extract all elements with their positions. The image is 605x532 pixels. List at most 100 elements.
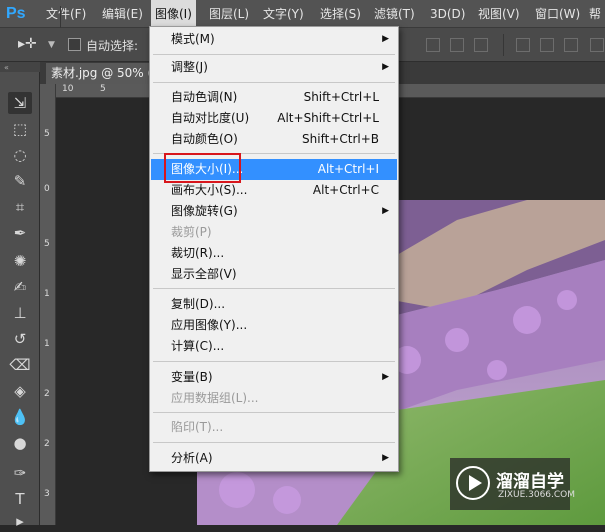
divider xyxy=(60,6,61,28)
menu-view[interactable]: 视图(V) xyxy=(474,0,524,28)
menu-item-mode[interactable]: 模式(M) ▶ xyxy=(151,29,397,50)
menu-separator xyxy=(153,82,395,83)
pen-tool-icon[interactable]: ✑ xyxy=(8,462,32,484)
menu-separator xyxy=(153,361,395,362)
menu-item-apply-data-set: 应用数据组(L)... xyxy=(151,388,397,409)
menu-item-label: 画布大小(S)... xyxy=(171,183,248,197)
ruler-tick: 1 xyxy=(44,339,50,349)
menu-item-label: 裁剪(P) xyxy=(171,225,212,239)
watermark-url: ZIXUE.3066.COM xyxy=(498,490,576,500)
menu-item-canvas-size[interactable]: 画布大小(S)... Alt+Ctrl+C xyxy=(151,180,397,201)
move-tool-preset-icon[interactable]: ▸✛ xyxy=(18,36,37,52)
menu-item-reveal-all[interactable]: 显示全部(V) xyxy=(151,264,397,285)
menu-select[interactable]: 选择(S) xyxy=(316,0,365,28)
blur-tool-icon[interactable]: 💧 xyxy=(8,406,32,428)
menu-item-variables[interactable]: 变量(B) ▶ xyxy=(151,367,397,388)
vertical-ruler: 5 0 5 1 1 2 2 3 xyxy=(40,84,56,525)
dodge-tool-icon[interactable]: ● xyxy=(8,432,32,454)
menu-item-crop: 裁剪(P) xyxy=(151,222,397,243)
submenu-arrow-icon: ▶ xyxy=(382,206,389,216)
document-tab[interactable]: 素材.jpg @ 50% (图 xyxy=(46,63,158,84)
menu-item-label: 陷印(T)... xyxy=(171,420,224,434)
menu-filter[interactable]: 滤镜(T) xyxy=(370,0,419,28)
clone-stamp-tool-icon[interactable]: ⊥ xyxy=(8,302,32,324)
ruler-tick: 3 xyxy=(44,489,50,499)
submenu-arrow-icon: ▶ xyxy=(382,453,389,463)
menu-item-label: 应用图像(Y)... xyxy=(171,318,248,332)
eyedropper-tool-icon[interactable]: ✒ xyxy=(8,222,32,244)
distribute-top-icon[interactable] xyxy=(516,38,530,52)
submenu-arrow-icon: ▶ xyxy=(382,62,389,72)
ruler-tick: 2 xyxy=(44,389,50,399)
menu-edit[interactable]: 编辑(E) xyxy=(98,0,147,28)
type-tool-icon[interactable]: T xyxy=(8,488,32,510)
menu-item-label: 显示全部(V) xyxy=(171,267,237,281)
distribute-bottom-icon[interactable] xyxy=(564,38,578,52)
chevron-down-icon[interactable]: ▼ xyxy=(48,40,55,50)
align-top-icon[interactable] xyxy=(426,38,440,52)
menu-3d[interactable]: 3D(D) xyxy=(426,0,469,28)
auto-select-label: 自动选择: xyxy=(86,39,139,53)
auto-select-checkbox[interactable] xyxy=(68,38,81,51)
menu-item-label: 复制(D)... xyxy=(171,297,226,311)
paint-bucket-tool-icon[interactable]: ◈ xyxy=(8,380,32,402)
lasso-tool-icon[interactable]: ◌ xyxy=(8,144,32,166)
ruler-tick: 5 xyxy=(100,84,106,94)
menu-type[interactable]: 文字(Y) xyxy=(259,0,308,28)
align-vcenter-icon[interactable] xyxy=(450,38,464,52)
ruler-tick: 2 xyxy=(44,439,50,449)
menu-item-auto-color[interactable]: 自动颜色(O) Shift+Ctrl+B xyxy=(151,129,397,150)
distribute-left-icon[interactable] xyxy=(590,38,604,52)
ruler-tick: 0 xyxy=(44,184,50,194)
collapse-icon[interactable]: « xyxy=(4,63,9,72)
marquee-tool-icon[interactable]: ⬚ xyxy=(8,118,32,140)
photoshop-logo: Ps xyxy=(6,5,26,22)
menu-item-shortcut: Alt+Ctrl+C xyxy=(312,183,379,197)
path-select-tool-icon[interactable]: ▸ xyxy=(8,510,32,532)
ruler-tick: 5 xyxy=(44,129,50,139)
healing-brush-tool-icon[interactable]: ✺ xyxy=(8,250,32,272)
menu-separator xyxy=(153,442,395,443)
menu-item-auto-tone[interactable]: 自动色调(N) Shift+Ctrl+L xyxy=(151,87,397,108)
menu-layer[interactable]: 图层(L) xyxy=(205,0,253,28)
align-bottom-icon[interactable] xyxy=(474,38,488,52)
menu-item-apply-image[interactable]: 应用图像(Y)... xyxy=(151,315,397,336)
quick-select-tool-icon[interactable]: ✎ xyxy=(8,170,32,192)
menu-item-shortcut: Shift+Ctrl+B xyxy=(302,132,379,146)
menu-item-shortcut: Alt+Shift+Ctrl+L xyxy=(277,111,379,125)
menu-item-label: 调整(J) xyxy=(171,60,208,74)
ruler-tick: 1 xyxy=(44,289,50,299)
menu-item-image-rotation[interactable]: 图像旋转(G) ▶ xyxy=(151,201,397,222)
menu-help[interactable]: 帮 xyxy=(585,0,605,28)
menu-item-calculations[interactable]: 计算(C)... xyxy=(151,336,397,357)
distribute-vcenter-icon[interactable] xyxy=(540,38,554,52)
menu-item-duplicate[interactable]: 复制(D)... xyxy=(151,294,397,315)
ruler-tick: 10 xyxy=(62,84,74,94)
menu-item-label: 图像旋转(G) xyxy=(171,204,238,218)
menu-file[interactable]: 文件(F) xyxy=(42,0,90,28)
submenu-arrow-icon: ▶ xyxy=(382,372,389,382)
brush-tool-icon[interactable]: ✍ xyxy=(8,276,32,298)
menu-item-label: 分析(A) xyxy=(171,451,213,465)
menu-separator xyxy=(153,412,395,413)
eraser-tool-icon[interactable]: ⌫ xyxy=(8,354,32,376)
menu-item-label: 计算(C)... xyxy=(171,339,225,353)
menu-item-label: 应用数据组(L)... xyxy=(171,391,259,405)
menu-item-analysis[interactable]: 分析(A) ▶ xyxy=(151,448,397,469)
crop-tool-icon[interactable]: ⌗ xyxy=(8,196,32,218)
menu-separator xyxy=(153,54,395,55)
history-brush-tool-icon[interactable]: ↺ xyxy=(8,328,32,350)
menu-image[interactable]: 图像(I) xyxy=(151,0,196,28)
watermark-title: 溜溜自学 xyxy=(496,472,564,492)
menu-item-label: 自动颜色(O) xyxy=(171,132,238,146)
menu-item-adjustments[interactable]: 调整(J) ▶ xyxy=(151,57,397,78)
menu-item-label: 模式(M) xyxy=(171,32,215,46)
move-tool-icon[interactable]: ⇲ xyxy=(8,92,32,114)
menu-item-shortcut: Alt+Ctrl+I xyxy=(317,162,379,176)
menu-item-auto-contrast[interactable]: 自动对比度(U) Alt+Shift+Ctrl+L xyxy=(151,108,397,129)
panel-grip[interactable]: « xyxy=(0,62,40,72)
highlight-callout-box xyxy=(164,153,241,183)
menu-item-label: 变量(B) xyxy=(171,370,213,384)
menu-window[interactable]: 窗口(W) xyxy=(531,0,584,28)
menu-item-trim[interactable]: 裁切(R)... xyxy=(151,243,397,264)
